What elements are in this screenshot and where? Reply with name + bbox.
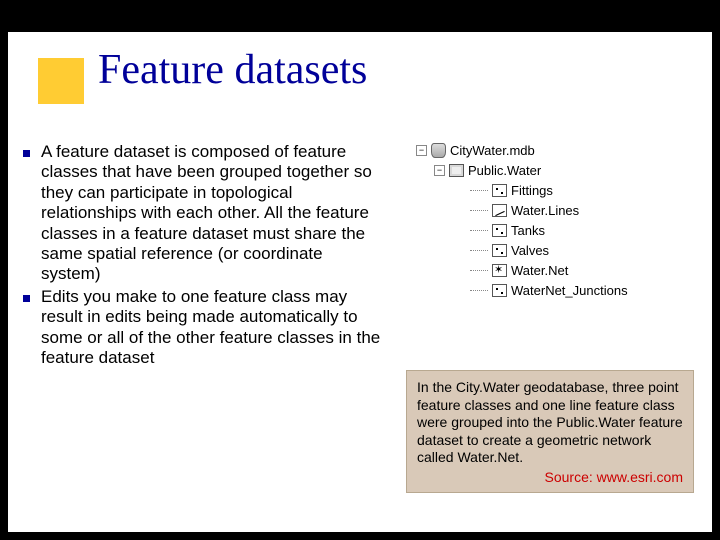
tree-node-child: Water.Net xyxy=(416,260,686,280)
caption-text: In the City.Water geodatabase, three poi… xyxy=(417,379,683,467)
bullet-marker-icon xyxy=(23,287,41,302)
tree-label: Water.Lines xyxy=(511,203,579,218)
bullet-text: Edits you make to one feature class may … xyxy=(41,287,383,369)
bullet-marker-icon xyxy=(23,142,41,157)
caption-box: In the City.Water geodatabase, three poi… xyxy=(406,370,694,493)
geometric-network-icon xyxy=(492,264,507,277)
tree-node-root: − CityWater.mdb xyxy=(416,140,686,160)
point-featureclass-icon xyxy=(492,284,507,297)
tree-label: CityWater.mdb xyxy=(450,143,535,158)
tree-label: Water.Net xyxy=(511,263,568,278)
slide: Feature datasets A feature dataset is co… xyxy=(8,32,712,532)
accent-square xyxy=(38,58,84,104)
tree-connector-icon xyxy=(470,290,488,291)
tree-connector-icon xyxy=(470,190,488,191)
tree-label: Valves xyxy=(511,243,549,258)
tree-label: Tanks xyxy=(511,223,545,238)
catalog-tree: − CityWater.mdb − Public.Water Fittings … xyxy=(416,140,686,300)
bullet-text: A feature dataset is composed of feature… xyxy=(41,142,383,285)
tree-label: WaterNet_Junctions xyxy=(511,283,628,298)
tree-node-child: Fittings xyxy=(416,180,686,200)
tree-label: Public.Water xyxy=(468,163,541,178)
tree-connector-icon xyxy=(470,250,488,251)
tree-connector-icon xyxy=(470,230,488,231)
bullet-item: Edits you make to one feature class may … xyxy=(23,287,383,369)
tree-node-dataset: − Public.Water xyxy=(416,160,686,180)
tree-connector-icon xyxy=(470,210,488,211)
tree-node-child: Valves xyxy=(416,240,686,260)
collapse-icon[interactable]: − xyxy=(416,145,427,156)
point-featureclass-icon xyxy=(492,244,507,257)
point-featureclass-icon xyxy=(492,224,507,237)
slide-title: Feature datasets xyxy=(98,46,367,94)
body-text-column: A feature dataset is composed of feature… xyxy=(23,142,383,370)
tree-node-child: Tanks xyxy=(416,220,686,240)
tree-node-child: WaterNet_Junctions xyxy=(416,280,686,300)
tree-connector-icon xyxy=(470,270,488,271)
tree-label: Fittings xyxy=(511,183,553,198)
feature-dataset-icon xyxy=(449,164,464,177)
geodatabase-icon xyxy=(431,143,446,158)
collapse-icon[interactable]: − xyxy=(434,165,445,176)
bullet-item: A feature dataset is composed of feature… xyxy=(23,142,383,285)
line-featureclass-icon xyxy=(492,204,507,217)
tree-node-child: Water.Lines xyxy=(416,200,686,220)
caption-source: Source: www.esri.com xyxy=(417,469,683,487)
point-featureclass-icon xyxy=(492,184,507,197)
